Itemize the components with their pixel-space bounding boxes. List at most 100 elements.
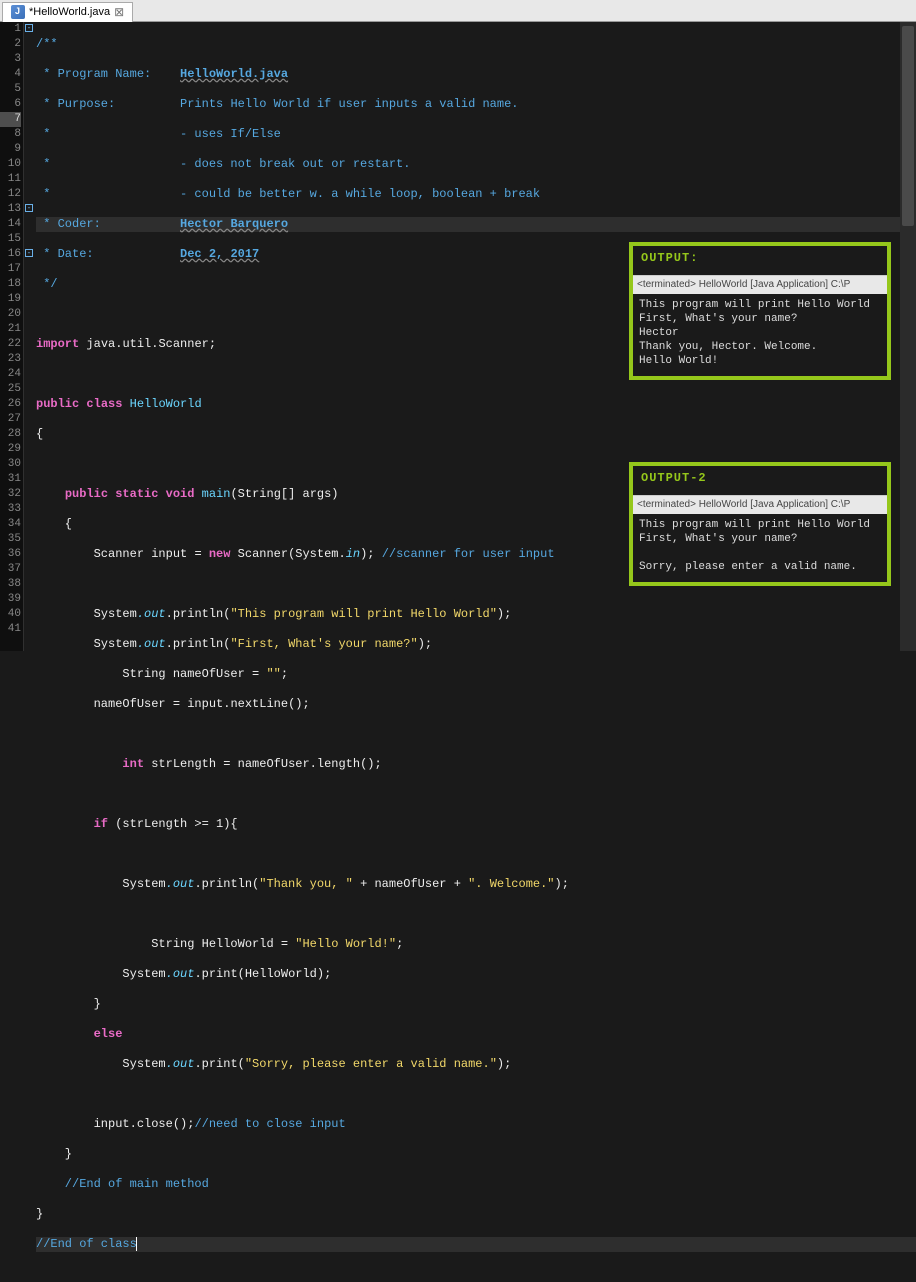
code-text: .print <box>194 967 237 981</box>
code-text: in <box>346 547 360 561</box>
code-text: if <box>94 817 108 831</box>
close-icon[interactable]: ⊠ <box>114 5 124 19</box>
code-text: System <box>36 607 137 621</box>
console-line: First, What's your name? <box>639 312 881 326</box>
line-number: 35 <box>0 532 21 547</box>
line-gutter: 1 2 3 4 5 6 7 8 9 10 11 12 13 14 15 16 1… <box>0 22 24 651</box>
code-text: nameOfUser <box>36 697 173 711</box>
code-text: .out <box>166 877 195 891</box>
code-text: ); <box>418 637 432 651</box>
code-text: util <box>122 337 151 351</box>
console-line: Hector <box>639 326 881 340</box>
line-number: 41 <box>0 622 21 637</box>
console-output: This program will print Hello World Firs… <box>633 514 887 582</box>
output-terminated-bar: <terminated> HelloWorld [Java Applicatio… <box>633 275 887 294</box>
code-text: Prints Hello World if user inputs a vali… <box>180 97 518 111</box>
code-text: + nameOfUser + <box>353 877 468 891</box>
output-panel-1: OUTPUT: <terminated> HelloWorld [Java Ap… <box>629 242 891 380</box>
code-text: Scanner <box>230 547 288 561</box>
code-text: //need to close input <box>194 1117 345 1131</box>
console-line: This program will print Hello World <box>639 298 881 312</box>
code-text: Scanner <box>94 547 144 561</box>
code-text: .nextLine <box>223 697 288 711</box>
code-text: = <box>173 697 180 711</box>
scrollbar-thumb[interactable] <box>902 26 914 226</box>
console-output: This program will print Hello World Firs… <box>633 294 887 376</box>
code-text: * - could be better w. a while loop, boo… <box>36 187 540 201</box>
line-number: 36 <box>0 547 21 562</box>
code-text: .println <box>166 607 224 621</box>
java-file-icon <box>11 5 25 19</box>
code-text: * - does not break out or restart. <box>36 157 410 171</box>
code-text: else <box>94 1027 123 1041</box>
line-number: 18 <box>0 277 21 292</box>
line-number: 11 <box>0 172 21 187</box>
line-number: 25 <box>0 382 21 397</box>
code-text: (String[] args) <box>230 487 338 501</box>
code-text: = <box>223 757 230 771</box>
code-text: = <box>252 667 259 681</box>
code-text: ( <box>238 1057 245 1071</box>
code-text: System <box>36 877 166 891</box>
code-text: ; <box>281 667 288 681</box>
line-number: 30 <box>0 457 21 472</box>
console-line: First, What's your name? <box>639 532 881 546</box>
code-text: import <box>36 337 79 351</box>
code-text: HelloWorld <box>122 397 201 411</box>
line-number: 14 <box>0 217 21 232</box>
line-number: 13 <box>0 202 21 217</box>
code-text: "This program will print Hello World" <box>230 607 496 621</box>
vertical-scrollbar[interactable] <box>900 22 916 651</box>
code-text: main <box>194 487 230 501</box>
code-text: ; <box>209 337 216 351</box>
code-text: strLength <box>144 757 223 771</box>
line-number: 19 <box>0 292 21 307</box>
output-panel-2: OUTPUT-2 <terminated> HelloWorld [Java A… <box>629 462 891 586</box>
line-number: 27 <box>0 412 21 427</box>
editor-tab[interactable]: *HelloWorld.java ⊠ <box>2 2 133 22</box>
code-text: (HelloWorld); <box>238 967 332 981</box>
line-number: 24 <box>0 367 21 382</box>
code-text: = <box>281 937 288 951</box>
code-text: (); <box>173 1117 195 1131</box>
code-text: * Date: <box>36 247 180 261</box>
code-text: void <box>158 487 194 501</box>
code-text: ; <box>396 937 403 951</box>
code-text: ); <box>497 607 511 621</box>
output-title: OUTPUT: <box>633 246 887 275</box>
line-number: 7 <box>0 112 21 127</box>
code-text: { <box>36 427 43 441</box>
code-text <box>36 1027 94 1041</box>
code-text: System <box>36 637 137 651</box>
line-number: 22 <box>0 337 21 352</box>
code-text: input <box>180 697 223 711</box>
output-title: OUTPUT-2 <box>633 466 887 495</box>
code-text: int <box>122 757 144 771</box>
code-text: String HelloWorld <box>36 937 281 951</box>
code-text: } <box>36 1147 72 1161</box>
line-number: 38 <box>0 577 21 592</box>
code-text: "First, What's your name?" <box>230 637 417 651</box>
code-text: .println <box>194 877 252 891</box>
text-caret <box>136 1237 137 1251</box>
line-number: 21 <box>0 322 21 337</box>
code-text: static <box>108 487 158 501</box>
code-text: .print <box>194 1057 237 1071</box>
code-text: Dec 2, 2017 <box>180 247 259 261</box>
code-text: "" <box>259 667 281 681</box>
code-text: System <box>36 1057 166 1071</box>
line-number: 26 <box>0 397 21 412</box>
code-text: class <box>79 397 122 411</box>
code-text: .out <box>137 637 166 651</box>
code-text: } <box>36 997 101 1011</box>
code-text: //scanner for user input <box>382 547 555 561</box>
console-line <box>639 546 881 560</box>
line-number: 33 <box>0 502 21 517</box>
output-terminated-bar: <terminated> HelloWorld [Java Applicatio… <box>633 495 887 514</box>
line-number: 34 <box>0 517 21 532</box>
line-number: 12 <box>0 187 21 202</box>
code-text: HelloWorld.java <box>180 67 288 81</box>
code-text: "Hello World!" <box>288 937 396 951</box>
line-number: 6 <box>0 97 21 112</box>
code-text: ". Welcome." <box>468 877 554 891</box>
